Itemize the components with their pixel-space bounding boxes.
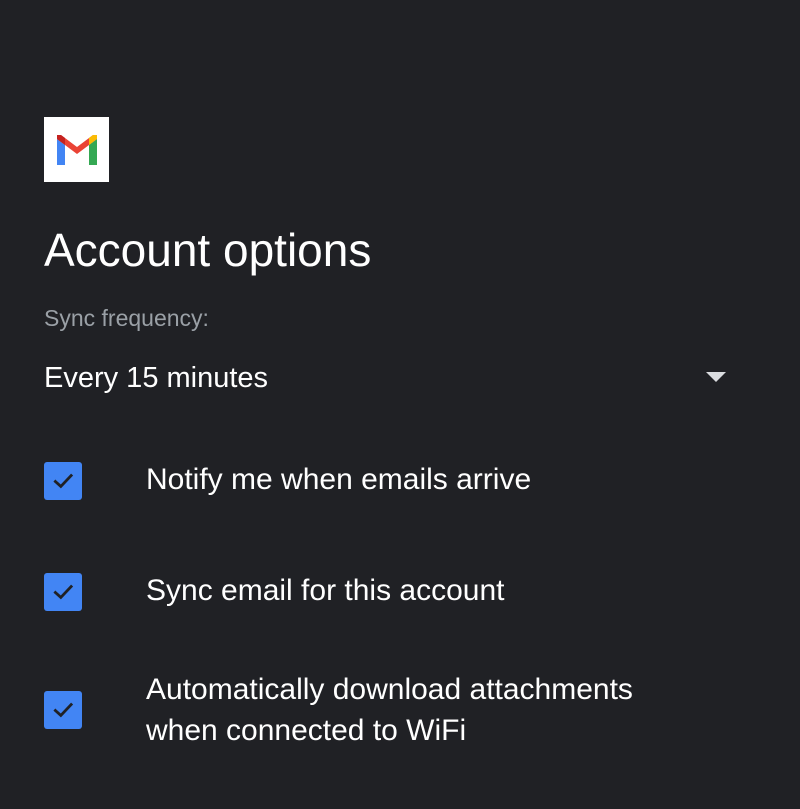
sync-frequency-dropdown[interactable]: Every 15 minutes [44, 355, 734, 401]
sync-email-checkbox[interactable] [44, 573, 82, 611]
gmail-logo-icon [44, 117, 109, 182]
sync-frequency-value: Every 15 minutes [44, 362, 269, 394]
dropdown-arrow-icon [706, 372, 726, 382]
checkmark-icon [53, 584, 74, 600]
notify-label: Notify me when emails arrive [146, 463, 532, 496]
option-notify-emails[interactable]: Notify me when emails arrive [44, 458, 744, 504]
download-attachments-label-line1: Automatically download attachments [146, 673, 633, 706]
notify-checkbox[interactable] [44, 462, 82, 500]
option-sync-email[interactable]: Sync email for this account [44, 569, 744, 615]
page-title: Account options [44, 224, 372, 276]
checkmark-icon [53, 702, 74, 718]
download-attachments-checkbox[interactable] [44, 691, 82, 729]
sync-email-label: Sync email for this account [146, 574, 505, 607]
download-attachments-label-line2: when connected to WiFi [146, 714, 467, 747]
option-download-attachments[interactable]: Automatically download attachments when … [44, 669, 744, 753]
sync-frequency-label: Sync frequency: [44, 305, 209, 331]
checkmark-icon [53, 473, 74, 489]
